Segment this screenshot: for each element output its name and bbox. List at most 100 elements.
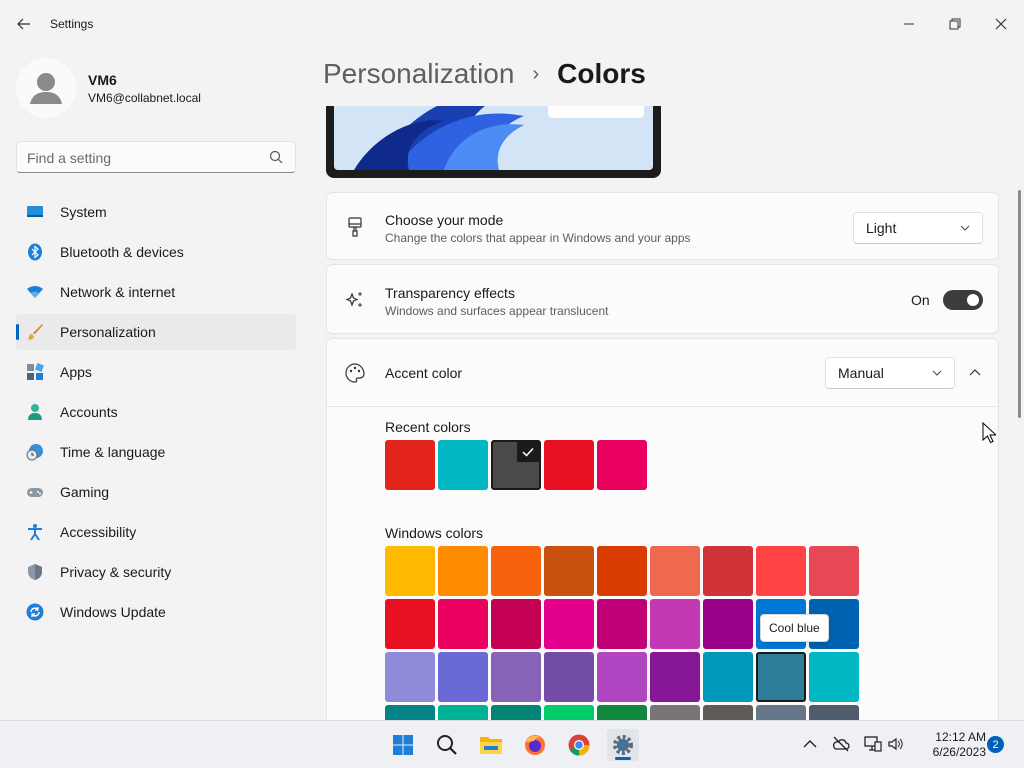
system-clock[interactable]: 12:12 AM 6/26/2023: [914, 730, 986, 760]
volume-icon[interactable]: [887, 735, 905, 753]
palette-icon: [345, 363, 365, 383]
windows-color-swatch[interactable]: [650, 705, 700, 720]
sidebar-item-system[interactable]: System: [16, 194, 296, 230]
sidebar-item-label: System: [60, 204, 107, 220]
recent-color-swatch[interactable]: [438, 440, 488, 490]
firefox-icon: [525, 735, 545, 755]
page-title: Colors: [557, 58, 646, 89]
transparency-toggle[interactable]: [943, 290, 983, 310]
transparency-description: Windows and surfaces appear translucent: [385, 304, 609, 318]
sidebar-item-personalization[interactable]: Personalization: [16, 314, 296, 350]
windows-color-swatch[interactable]: [703, 599, 753, 649]
theme-preview: [326, 106, 661, 178]
windows-color-swatch[interactable]: [756, 652, 806, 702]
windows-color-swatch[interactable]: [597, 705, 647, 720]
sidebar-nav: System Bluetooth & devices Network & int…: [16, 194, 296, 634]
wallpaper-preview: [334, 106, 653, 170]
windows-color-swatch[interactable]: [650, 599, 700, 649]
sidebar-item-apps[interactable]: Apps: [16, 354, 296, 390]
windows-color-swatch[interactable]: [650, 546, 700, 596]
windows-color-swatch[interactable]: [385, 705, 435, 720]
windows-color-swatch[interactable]: [438, 705, 488, 720]
windows-color-swatch[interactable]: [703, 652, 753, 702]
windows-color-swatch[interactable]: [809, 546, 859, 596]
user-profile[interactable]: VM6 VM6@collabnet.local: [16, 58, 296, 118]
mode-dropdown[interactable]: Light: [853, 212, 983, 244]
breadcrumb: Personalization › Colors: [323, 58, 646, 90]
recent-colors-label: Recent colors: [385, 419, 471, 435]
breadcrumb-parent[interactable]: Personalization: [323, 58, 514, 90]
accent-dropdown-value: Manual: [838, 365, 884, 381]
windows-color-swatch[interactable]: [809, 652, 859, 702]
user-email: VM6@collabnet.local: [88, 91, 201, 105]
windows-color-swatch[interactable]: [385, 546, 435, 596]
sidebar-item-accessibility[interactable]: Accessibility: [16, 514, 296, 550]
mouse-cursor-icon: [982, 422, 996, 444]
windows-color-swatch[interactable]: [491, 652, 541, 702]
recent-color-swatch[interactable]: [385, 440, 435, 490]
recent-color-swatch[interactable]: [597, 440, 647, 490]
color-tooltip: Cool blue: [760, 614, 829, 642]
accent-mode-dropdown[interactable]: Manual: [825, 357, 955, 389]
search-placeholder: Find a setting: [27, 150, 112, 166]
windows-color-swatch[interactable]: [438, 599, 488, 649]
firefox-button[interactable]: [519, 729, 551, 761]
vertical-scrollbar[interactable]: [1018, 190, 1021, 418]
windows-color-swatch[interactable]: [650, 652, 700, 702]
system-icon: [27, 206, 43, 217]
windows-color-swatch[interactable]: [597, 546, 647, 596]
collapse-chevron-icon[interactable]: [969, 368, 981, 378]
windows-color-swatch[interactable]: [544, 546, 594, 596]
windows-color-swatch[interactable]: [597, 599, 647, 649]
windows-color-swatch[interactable]: [491, 599, 541, 649]
taskbar-search-button[interactable]: [431, 729, 463, 761]
windows-color-swatch[interactable]: [491, 546, 541, 596]
accent-title: Accent color: [385, 365, 463, 381]
cloud-offline-icon[interactable]: [832, 735, 850, 753]
chevron-up-icon[interactable]: [801, 735, 819, 753]
start-button[interactable]: [387, 729, 419, 761]
recent-color-swatch[interactable]: [544, 440, 594, 490]
sidebar-item-bluetooth[interactable]: Bluetooth & devices: [16, 234, 296, 270]
windows-color-swatch[interactable]: [491, 705, 541, 720]
windows-color-swatch[interactable]: [438, 652, 488, 702]
windows-color-swatch[interactable]: [544, 652, 594, 702]
windows-color-swatch[interactable]: [756, 546, 806, 596]
chrome-button[interactable]: [563, 729, 595, 761]
file-explorer-icon: [480, 737, 502, 754]
windows-color-swatch[interactable]: [703, 705, 753, 720]
restore-button[interactable]: [933, 6, 977, 42]
sidebar-item-time-language[interactable]: Time & language: [16, 434, 296, 470]
minimize-button[interactable]: [887, 6, 931, 42]
network-icon[interactable]: [864, 735, 882, 753]
sidebar-item-network[interactable]: Network & internet: [16, 274, 296, 310]
sidebar-item-privacy-security[interactable]: Privacy & security: [16, 554, 296, 590]
windows-color-swatch[interactable]: [597, 652, 647, 702]
windows-color-swatch[interactable]: [809, 705, 859, 720]
brush-icon: [27, 324, 43, 340]
recent-color-swatch[interactable]: [491, 440, 541, 490]
sidebar-item-label: Time & language: [60, 444, 166, 460]
windows-color-swatch[interactable]: [544, 705, 594, 720]
sidebar-item-accounts[interactable]: Accounts: [16, 394, 296, 430]
transparency-title: Transparency effects: [385, 285, 515, 301]
windows-color-swatch[interactable]: [544, 599, 594, 649]
content-scroll-area[interactable]: Choose your mode Change the colors that …: [320, 106, 1010, 720]
windows-color-swatch[interactable]: [385, 652, 435, 702]
accent-color-card: Accent color Manual Recent colors Window…: [326, 338, 999, 720]
windows-color-swatch[interactable]: [438, 546, 488, 596]
windows-color-swatch[interactable]: [385, 599, 435, 649]
windows-color-swatch[interactable]: [703, 546, 753, 596]
search-input[interactable]: Find a setting: [16, 141, 296, 173]
notification-badge[interactable]: 2: [987, 736, 1004, 753]
windows-color-swatch[interactable]: [756, 705, 806, 720]
sidebar-item-gaming[interactable]: Gaming: [16, 474, 296, 510]
close-button[interactable]: [979, 6, 1023, 42]
file-explorer-button[interactable]: [475, 729, 507, 761]
clock-time: 12:12 AM: [935, 730, 986, 744]
back-button[interactable]: [12, 12, 36, 36]
mode-description: Change the colors that appear in Windows…: [385, 231, 691, 245]
avatar: [16, 58, 76, 118]
sidebar-item-windows-update[interactable]: Windows Update: [16, 594, 296, 630]
minimize-icon: [904, 23, 914, 25]
